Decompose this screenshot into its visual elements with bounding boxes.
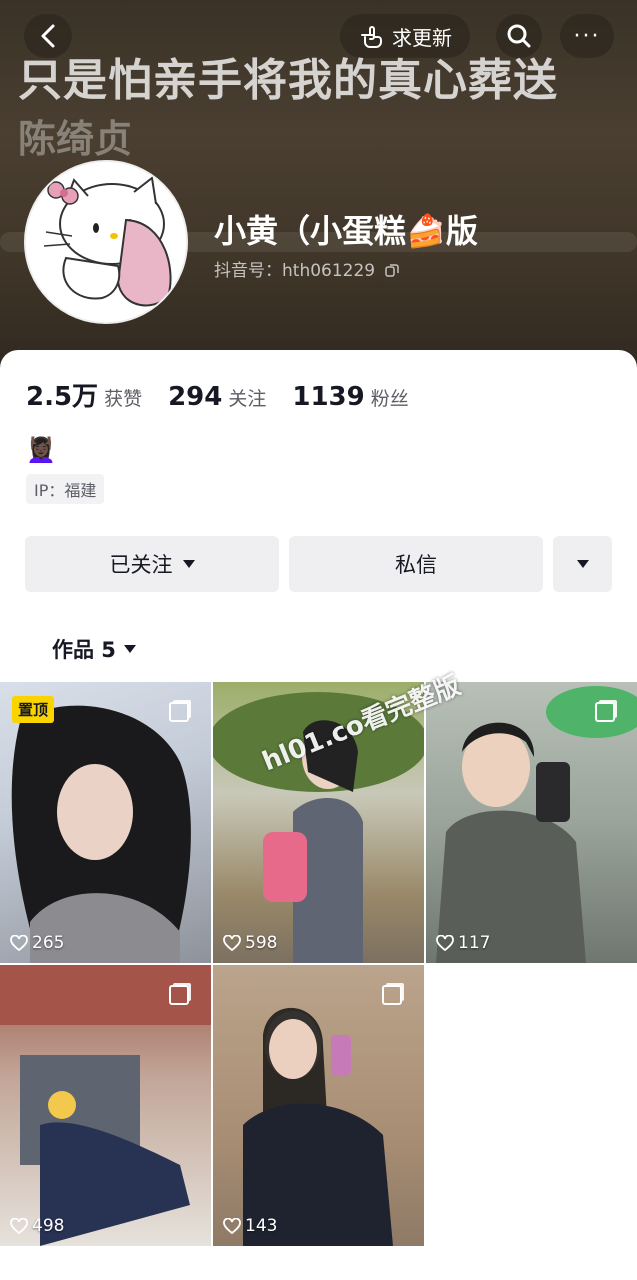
heart-icon <box>10 1218 28 1234</box>
stat-following[interactable]: 294 关注 <box>168 382 266 412</box>
search-button[interactable] <box>496 14 542 58</box>
more-actions-button[interactable] <box>553 536 612 592</box>
likes-number: 498 <box>32 1216 65 1236</box>
stat-number: 1139 <box>292 382 365 412</box>
heart-icon <box>10 935 28 951</box>
banner-lyric-line2: 陈绮贞 <box>18 117 133 161</box>
stat-number: 294 <box>168 382 223 412</box>
douyin-id[interactable]: 抖音号：hth061229 <box>214 256 400 281</box>
likes-number: 117 <box>458 933 491 953</box>
message-button[interactable]: 私信 <box>289 536 543 592</box>
back-arrow-icon <box>41 24 55 48</box>
multi-image-icon <box>595 702 615 722</box>
multi-image-icon <box>169 985 189 1005</box>
likes-number: 598 <box>245 933 278 953</box>
banner-lyric-line1: 只是怕亲手将我的真心葬送 <box>18 55 558 106</box>
request-update-button[interactable]: 求更新 <box>340 14 470 58</box>
hello-kitty-avatar-icon <box>26 162 186 322</box>
thumbnail-image <box>243 1007 393 1246</box>
likes-count: 598 <box>223 933 277 953</box>
ip-location-badge: IP：福建 <box>26 474 105 504</box>
tab-works-label: 作品 5 <box>52 638 116 662</box>
stat-label: 粉丝 <box>370 388 409 410</box>
stat-likes[interactable]: 2.5万 获赞 <box>26 376 142 413</box>
back-button[interactable] <box>24 14 72 58</box>
douyin-id-text: 抖音号：hth061229 <box>214 261 376 281</box>
avatar[interactable] <box>24 160 188 324</box>
video-thumbnail[interactable]: 117 <box>426 682 637 963</box>
tab-works[interactable]: 作品 5 <box>52 634 136 664</box>
likes-count: 117 <box>436 933 490 953</box>
hand-pointer-icon <box>361 26 382 48</box>
likes-count: 143 <box>223 1216 277 1236</box>
heart-icon <box>223 1218 241 1234</box>
likes-count: 498 <box>10 1216 64 1236</box>
profile-page: 只是怕亲手将我的真心葬送 陈绮贞 求更新 ··· 小黄（小蛋糕🍰版 抖音号：ht… <box>0 0 637 1280</box>
likes-number: 265 <box>32 933 65 953</box>
stat-label: 获赞 <box>104 388 143 410</box>
heart-icon <box>436 935 454 951</box>
search-icon <box>507 24 531 48</box>
stat-number: 2.5万 <box>26 382 99 412</box>
video-thumbnail[interactable]: 143 <box>213 965 424 1246</box>
likes-count: 265 <box>10 933 64 953</box>
bio-emoji: 💆🏿‍♀️ <box>26 436 56 464</box>
dropdown-caret-icon <box>182 560 195 568</box>
video-thumbnail[interactable]: 置顶 265 <box>0 682 211 963</box>
profile-card: 2.5万 获赞 294 关注 1139 粉丝 💆🏿‍♀️ IP：福建 已关注 私… <box>0 350 637 1280</box>
stat-followers[interactable]: 1139 粉丝 <box>292 382 408 412</box>
request-update-label: 求更新 <box>392 25 452 50</box>
thumbnail-image <box>436 686 637 963</box>
more-button[interactable]: ··· <box>560 14 614 58</box>
multi-image-icon <box>382 985 402 1005</box>
likes-number: 143 <box>245 1216 278 1236</box>
nickname: 小黄（小蛋糕🍰版 <box>214 212 478 250</box>
thumbnail-image <box>11 705 191 963</box>
stats-row: 2.5万 获赞 294 关注 1139 粉丝 <box>26 376 409 413</box>
multi-image-icon <box>169 702 189 722</box>
stat-label: 关注 <box>228 388 267 410</box>
dropdown-caret-icon <box>576 560 589 568</box>
message-label: 私信 <box>395 553 437 577</box>
followed-label: 已关注 <box>109 553 173 577</box>
thumbnail-image <box>0 965 211 1246</box>
pinned-badge: 置顶 <box>12 696 55 723</box>
heart-icon <box>223 935 241 951</box>
video-thumbnail[interactable]: 498 <box>0 965 211 1246</box>
more-icon: ··· <box>573 23 601 49</box>
dropdown-caret-icon <box>123 645 136 653</box>
followed-button[interactable]: 已关注 <box>25 536 279 592</box>
profile-header-banner: 只是怕亲手将我的真心葬送 陈绮贞 求更新 ··· 小黄（小蛋糕🍰版 抖音号：ht… <box>0 0 637 380</box>
copy-icon[interactable] <box>384 262 400 278</box>
